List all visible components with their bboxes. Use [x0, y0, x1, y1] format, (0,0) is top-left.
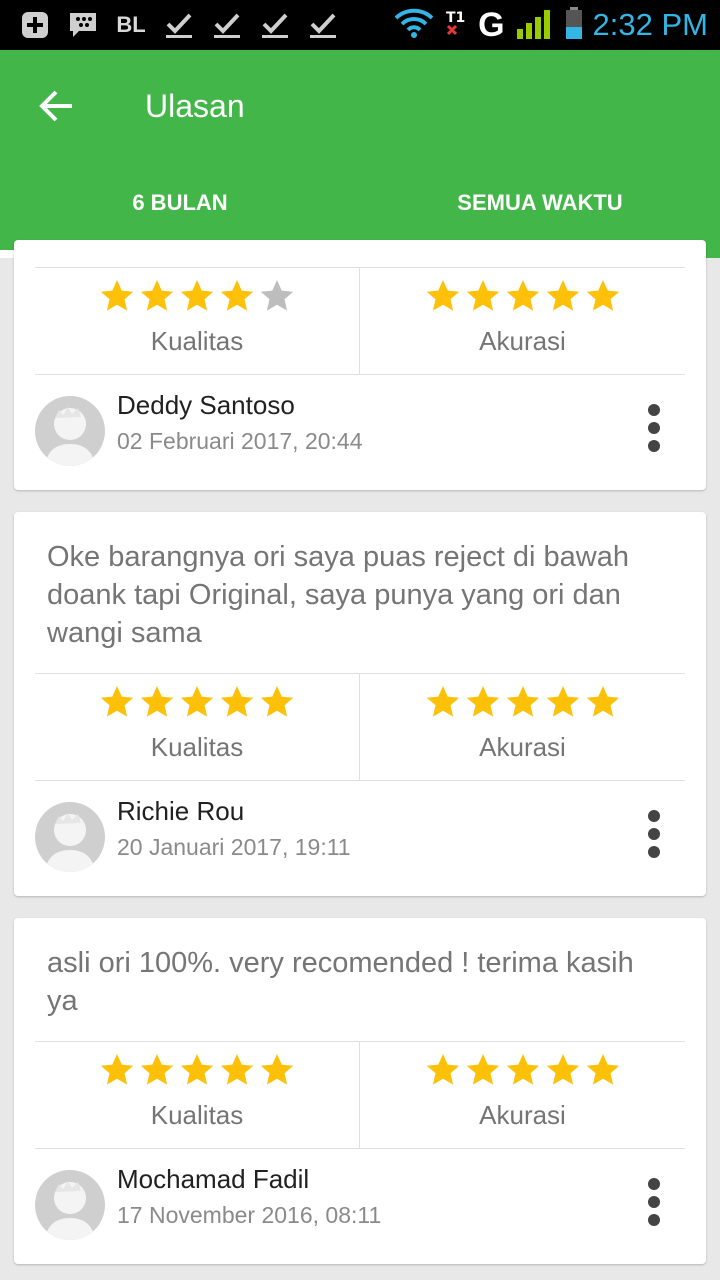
- star-filled-icon: [180, 280, 214, 311]
- quality-stars: [35, 684, 359, 720]
- star-empty-icon: [260, 280, 294, 311]
- reviewer-info: Mochamad Fadil 17 November 2016, 08:11: [35, 1150, 685, 1250]
- tab-6-bulan[interactable]: 6 BULAN: [0, 190, 360, 216]
- reviewer-name: Mochamad Fadil: [117, 1164, 310, 1194]
- rating-row: Kualitas Akurasi: [35, 673, 685, 781]
- star-filled-icon: [260, 686, 294, 717]
- quality-label: Kualitas: [150, 1100, 244, 1130]
- accuracy-stars: [360, 684, 685, 720]
- accuracy-rating: Akurasi: [360, 674, 685, 781]
- star-filled-icon: [140, 280, 174, 311]
- star-filled-icon: [180, 1054, 214, 1085]
- reviewer-name: Deddy Santoso: [117, 390, 295, 420]
- review-date: 02 Februari 2017, 20:44: [117, 428, 363, 454]
- tab-semua-waktu[interactable]: SEMUA WAKTU: [360, 190, 720, 216]
- star-filled-icon: [546, 280, 579, 311]
- notification-icons: BL: [18, 8, 340, 42]
- quality-label: Kualitas: [150, 326, 244, 356]
- more-options-icon[interactable]: [647, 404, 661, 454]
- wifi-icon: [394, 8, 434, 43]
- review-card: asli ori 100%. very recomended ! terima …: [14, 918, 706, 1264]
- check-icon: [306, 9, 340, 41]
- star-filled-icon: [426, 686, 459, 717]
- quality-stars: [35, 278, 359, 314]
- reviewer-info: Deddy Santoso 02 Februari 2017, 20:44: [35, 376, 685, 476]
- avatar: [35, 1170, 105, 1240]
- review-date: 20 Januari 2017, 19:11: [117, 834, 351, 860]
- rating-row: Kualitas Akurasi: [35, 267, 685, 375]
- review-card: Kualitas Akurasi Deddy Santoso 02 Februa…: [14, 240, 706, 490]
- accuracy-stars: [360, 1052, 685, 1088]
- check-icon: [210, 9, 244, 41]
- star-filled-icon: [180, 686, 214, 717]
- star-filled-icon: [100, 686, 134, 717]
- sim-no-signal-icon: T1: [444, 8, 468, 43]
- more-options-icon[interactable]: [647, 810, 661, 860]
- star-filled-icon: [140, 1054, 174, 1085]
- review-text: Oke barangnya ori saya puas reject di ba…: [47, 541, 629, 649]
- more-options-icon[interactable]: [647, 1178, 661, 1228]
- review-text: asli ori 100%. very recomended ! terima …: [47, 947, 634, 1017]
- quality-label: Kualitas: [150, 732, 244, 762]
- star-filled-icon: [586, 1054, 619, 1085]
- star-filled-icon: [506, 1054, 539, 1085]
- star-filled-icon: [426, 280, 459, 311]
- avatar: [35, 396, 105, 466]
- star-filled-icon: [220, 686, 254, 717]
- bbm-icon: [66, 9, 100, 41]
- quality-rating: Kualitas: [35, 674, 360, 781]
- app-bar: Ulasan 6 BULAN SEMUA WAKTU: [0, 50, 720, 258]
- star-filled-icon: [506, 280, 539, 311]
- star-filled-icon: [426, 1054, 459, 1085]
- check-icon: [162, 9, 196, 41]
- star-filled-icon: [220, 1054, 254, 1085]
- accuracy-rating: Akurasi: [360, 1042, 685, 1149]
- clock: 2:32 PM: [592, 7, 708, 42]
- signal-icon: [515, 7, 555, 44]
- svg-text:T1: T1: [446, 10, 465, 26]
- review-date: 17 November 2016, 08:11: [117, 1202, 382, 1228]
- star-filled-icon: [586, 686, 619, 717]
- star-filled-icon: [100, 1054, 134, 1085]
- review-card: Oke barangnya ori saya puas reject di ba…: [14, 512, 706, 896]
- rating-row: Kualitas Akurasi: [35, 1041, 685, 1149]
- quality-rating: Kualitas: [35, 1042, 360, 1149]
- reviewer-info: Richie Rou 20 Januari 2017, 19:11: [35, 782, 685, 882]
- star-filled-icon: [546, 1054, 579, 1085]
- network-type-icon: G: [478, 5, 505, 44]
- accuracy-label: Akurasi: [479, 732, 566, 762]
- accuracy-stars: [360, 278, 685, 314]
- star-filled-icon: [506, 686, 539, 717]
- star-filled-icon: [546, 686, 579, 717]
- star-filled-icon: [100, 280, 134, 311]
- check-icon: [258, 9, 292, 41]
- reviewer-name: Richie Rou: [117, 796, 245, 826]
- star-filled-icon: [140, 686, 174, 717]
- star-filled-icon: [260, 1054, 294, 1085]
- star-filled-icon: [466, 1054, 499, 1085]
- page-title: Ulasan: [145, 88, 245, 124]
- avatar: [35, 802, 105, 872]
- accuracy-rating: Akurasi: [360, 268, 685, 375]
- quality-stars: [35, 1052, 359, 1088]
- star-filled-icon: [586, 280, 619, 311]
- quality-rating: Kualitas: [35, 268, 360, 375]
- star-filled-icon: [466, 686, 499, 717]
- status-bar: BL T1 G 2:32 PM: [0, 0, 720, 50]
- accuracy-label: Akurasi: [479, 326, 566, 356]
- add-icon: [18, 9, 52, 41]
- star-filled-icon: [466, 280, 499, 311]
- system-icons: T1 G 2:32 PM: [394, 6, 708, 44]
- star-filled-icon: [220, 280, 254, 311]
- accuracy-label: Akurasi: [479, 1100, 566, 1130]
- battery-icon: [565, 6, 583, 44]
- bl-text: BL: [116, 12, 146, 37]
- back-arrow-icon[interactable]: [36, 86, 76, 126]
